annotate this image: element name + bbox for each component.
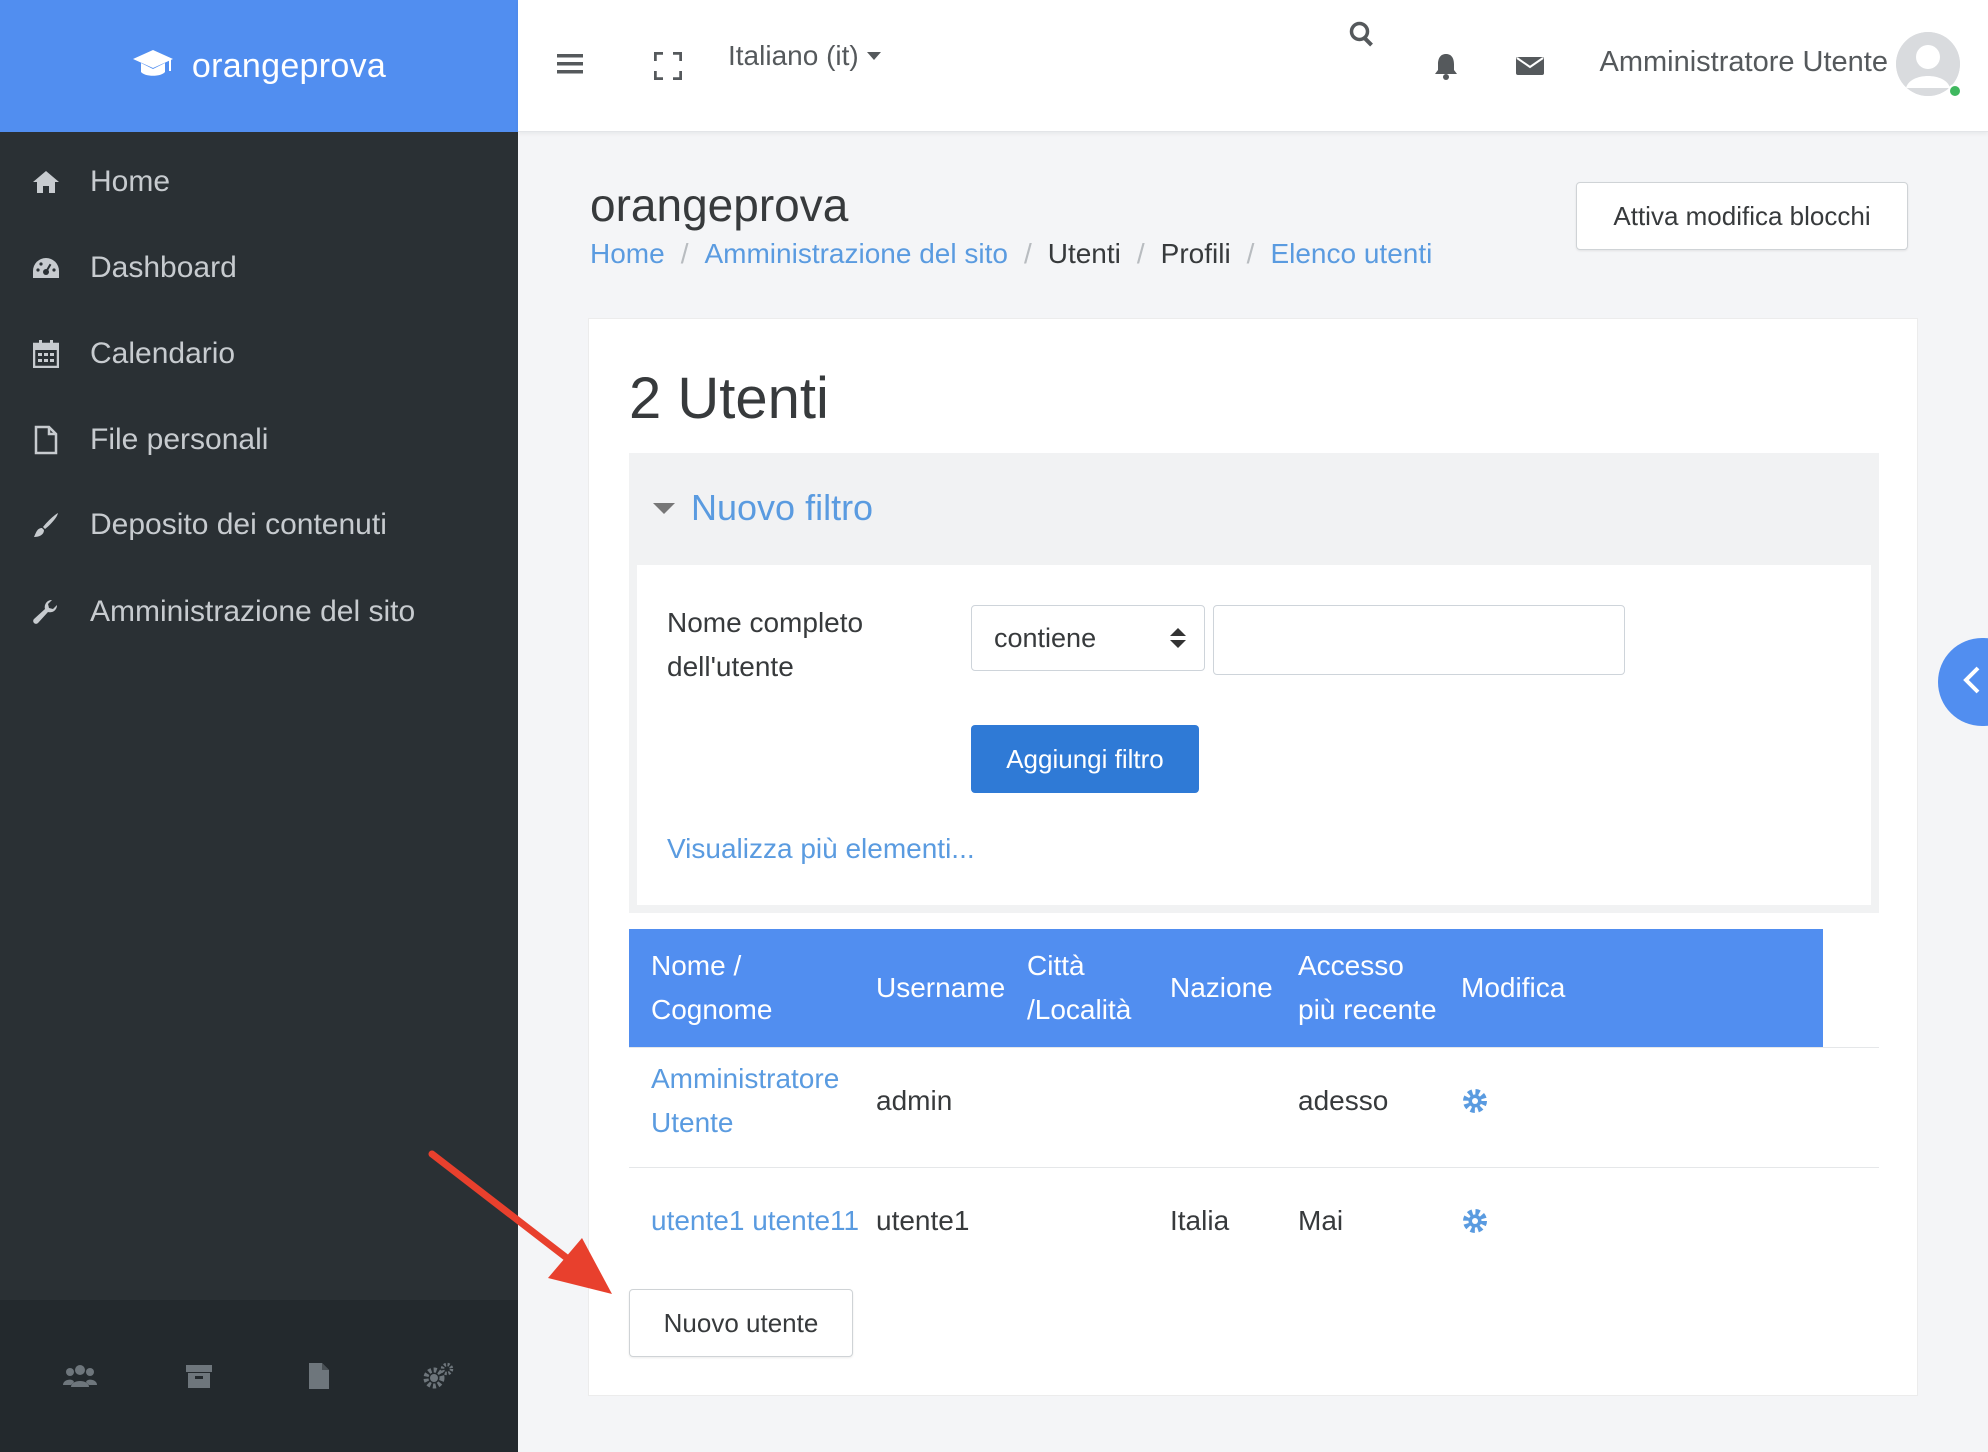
table-header: Nome / Cognome Username Città/Località Na… <box>629 929 1823 1047</box>
filter-label-line2: dell'utente <box>667 651 794 682</box>
header-text: Nazione <box>1170 972 1273 1003</box>
breadcrumb-amministrazione[interactable]: Amministrazione del sito <box>704 238 1007 270</box>
paintbrush-icon <box>0 511 90 539</box>
envelope-icon[interactable] <box>1514 50 1546 82</box>
breadcrumb-profili: Profili <box>1160 238 1231 269</box>
add-filter-button[interactable]: Aggiungi filtro <box>971 725 1199 793</box>
filter-value-input[interactable] <box>1213 605 1625 675</box>
sidebar-item-home[interactable]: Home <box>0 142 518 222</box>
cell-username: utente1 <box>876 1205 970 1236</box>
page-title: orangeprova <box>590 179 849 231</box>
caret-down-icon <box>653 502 675 514</box>
hamburger-icon[interactable] <box>554 48 586 80</box>
header-text: Nome / <box>651 950 742 981</box>
sidebar-item-label: Home <box>90 165 171 198</box>
sidebar-item-calendario[interactable]: Calendario <box>0 314 518 394</box>
sidebar-item-label: Dashboard <box>90 251 237 284</box>
filter-form: Nome completo dell'utente contiene Aggiu… <box>637 565 1871 905</box>
archive-icon[interactable] <box>169 1346 229 1406</box>
user-name-link[interactable]: Amministratore Utente <box>651 1057 839 1145</box>
header-text: più recente <box>1298 994 1437 1025</box>
cogs-icon[interactable] <box>408 1346 468 1406</box>
cell-country: Italia <box>1170 1205 1230 1236</box>
column-header-city[interactable]: Città/Località <box>1027 929 1131 1047</box>
show-more-link[interactable]: Visualizza più elementi... <box>667 833 975 865</box>
cell-text: Utente <box>651 1107 734 1138</box>
document-icon[interactable] <box>289 1346 349 1406</box>
sidebar-item-dashboard[interactable]: Dashboard <box>0 228 518 308</box>
sidebar-item-deposito-contenuti[interactable]: Deposito dei contenuti <box>0 485 518 565</box>
cell-last-access: adesso <box>1298 1085 1389 1116</box>
user-name-link[interactable]: utente1 utente11 <box>651 1199 859 1243</box>
users-icon[interactable] <box>50 1346 110 1406</box>
filter-toggle[interactable]: Nuovo filtro <box>653 487 873 529</box>
main-content-card: 2 Utenti Nuovo filtro Nome completo dell… <box>588 318 1918 1396</box>
gear-icon[interactable] <box>1461 1087 1491 1117</box>
breadcrumb-utenti: Utenti <box>1047 238 1121 269</box>
select-arrows-icon <box>1170 628 1186 648</box>
cell-text: Amministratore <box>651 1063 840 1094</box>
block-drawer-toggle[interactable] <box>1938 638 1988 726</box>
new-user-button[interactable]: Nuovo utente <box>629 1289 853 1357</box>
row-divider <box>629 1167 1879 1168</box>
site-name: orangeprova <box>191 46 387 85</box>
sidebar-item-file-personali[interactable]: File personali <box>0 400 518 480</box>
sidebar-item-amministrazione[interactable]: Amministrazione del sito <box>0 572 518 652</box>
brand-header[interactable]: orangeprova <box>0 0 518 132</box>
header-text: Città <box>1027 950 1085 981</box>
chevron-left-icon <box>1962 665 1982 700</box>
header-text: /Località <box>1027 994 1132 1025</box>
bell-icon[interactable] <box>1430 50 1462 82</box>
filter-field-label: Nome completo dell'utente <box>667 601 927 689</box>
cell-username: admin <box>876 1085 953 1116</box>
column-header-username[interactable]: Username <box>876 929 1005 1047</box>
header-text: Modifica <box>1461 972 1566 1003</box>
breadcrumb-separator: / <box>680 238 689 269</box>
filter-title: Nuovo filtro <box>691 487 874 528</box>
file-icon <box>0 425 90 455</box>
breadcrumb-separator: / <box>1246 238 1255 269</box>
cell-last-access: Mai <box>1298 1205 1344 1236</box>
breadcrumb-separator: / <box>1136 238 1145 269</box>
row-divider <box>629 1047 1879 1048</box>
column-header-country[interactable]: Nazione <box>1170 929 1273 1047</box>
home-icon <box>0 169 90 195</box>
annotation-arrow <box>428 1150 612 1294</box>
sidebar-item-label: Calendario <box>90 337 236 370</box>
sidebar-item-label: Amministrazione del sito <box>90 595 416 628</box>
breadcrumb: Home / Amministrazione del sito / Utenti… <box>590 238 1432 270</box>
breadcrumb-separator: / <box>1023 238 1032 269</box>
calendar-icon <box>0 340 90 368</box>
edit-blocks-button[interactable]: Attiva modifica blocchi <box>1576 182 1908 250</box>
online-status-dot <box>1948 84 1962 98</box>
sidebar-item-label: Deposito dei contenuti <box>90 508 387 541</box>
filter-operator-select[interactable]: contiene <box>971 605 1205 671</box>
user-menu-name[interactable]: Amministratore Utente <box>1600 46 1889 79</box>
column-header-edit: Modifica <box>1461 929 1565 1047</box>
header-text: Username <box>876 972 1006 1003</box>
wrench-icon <box>0 598 90 626</box>
top-navbar: Italiano (it) Amministratore Utente <box>518 0 1988 132</box>
graduation-cap-icon <box>132 48 174 85</box>
language-label: Italiano (it) <box>728 40 859 71</box>
header-text: Cognome <box>651 994 773 1025</box>
sidebar-item-label: File personali <box>90 423 269 456</box>
gear-icon[interactable] <box>1461 1207 1491 1237</box>
filter-operator-value: contiene <box>994 622 1097 653</box>
header-text: Accesso <box>1298 950 1404 981</box>
column-header-name[interactable]: Nome / Cognome <box>651 929 772 1047</box>
caret-down-icon <box>866 52 881 60</box>
language-menu[interactable]: Italiano (it) <box>728 40 881 72</box>
column-header-last-access[interactable]: Accesso più recente <box>1298 929 1437 1047</box>
sidebar-footer <box>0 1300 518 1452</box>
filter-section: Nuovo filtro Nome completo dell'utente c… <box>629 453 1879 913</box>
fullscreen-icon[interactable] <box>652 50 684 82</box>
breadcrumb-home[interactable]: Home <box>590 238 665 270</box>
search-icon[interactable] <box>1346 18 1378 50</box>
breadcrumb-elenco-utenti[interactable]: Elenco utenti <box>1270 238 1432 270</box>
users-count-heading: 2 Utenti <box>629 366 829 431</box>
dashboard-icon <box>0 256 90 280</box>
filter-label-line1: Nome completo <box>667 607 864 638</box>
